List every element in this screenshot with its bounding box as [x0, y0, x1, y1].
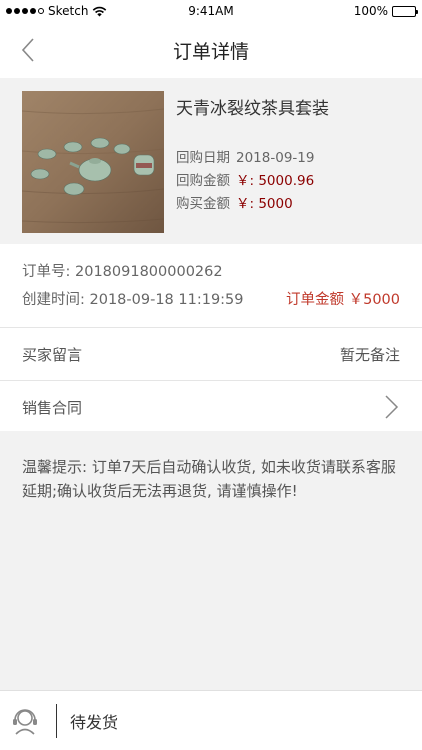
purchase-amount-row: 购买金额 ￥: 5000: [176, 193, 329, 216]
status-right: 100%: [353, 4, 418, 18]
status-left: Sketch: [6, 4, 107, 18]
buyback-date-row: 回购日期 2018-09-19: [176, 147, 329, 170]
purchase-amount-value: ￥: 5000: [236, 196, 293, 212]
chevron-right-icon[interactable]: [382, 394, 400, 420]
carrier-label: Sketch: [48, 4, 89, 18]
buyer-note-label: 买家留言: [22, 345, 83, 364]
page-title: 订单详情: [172, 40, 249, 63]
buyback-date-value: 2018-09-19: [236, 150, 315, 166]
order-info: 订单号: 2018091800000262 创建时间: 2018-09-18 1…: [0, 244, 422, 328]
notice-area: 温馨提示: 订单7天后自动确认收货, 如未收货请联系客服延期;确认收货后无法再退…: [0, 431, 422, 690]
buyback-amount-row: 回购金额 ￥: 5000.96: [176, 170, 329, 193]
status-bar: Sketch 9:41AM 100%: [0, 0, 422, 22]
created-time-value: 2018-09-18 11:19:59: [89, 292, 244, 308]
order-number-row: 订单号: 2018091800000262: [22, 258, 400, 286]
product-meta: 回购日期 2018-09-19 回购金额 ￥: 5000.96 购买金额 ￥: 500…: [176, 147, 329, 216]
battery-percent: 100%: [353, 4, 388, 18]
sales-contract-row[interactable]: 销售合同: [0, 381, 422, 434]
buyer-note-value: 暂无备注: [339, 345, 400, 364]
divider: [56, 703, 57, 738]
order-number-label: 订单号:: [22, 264, 75, 280]
product-image: [22, 91, 164, 233]
buyback-amount-label: 回购金额: [176, 173, 230, 189]
order-number-value: 2018091800000262: [75, 264, 223, 280]
customer-service-icon[interactable]: [10, 706, 40, 736]
product-info: 天青冰裂纹茶具套装 回购日期 2018-09-19 回购金额 ￥: 5000.96 …: [164, 91, 329, 230]
order-amount-value: ￥5000: [348, 292, 400, 308]
battery-icon: [392, 5, 418, 17]
buyback-date-label: 回购日期: [176, 150, 230, 166]
created-time-label: 创建时间:: [22, 292, 90, 308]
wifi-icon: [93, 6, 107, 16]
buyback-amount-value: ￥: 5000.96: [236, 173, 315, 189]
buyer-note-row: 买家留言 暂无备注: [0, 328, 422, 381]
notice-text: 温馨提示: 订单7天后自动确认收货, 如未收货请联系客服延期;确认收货后无法再退…: [22, 458, 396, 500]
order-status: 待发货: [70, 712, 119, 732]
order-amount-label: 订单金额: [285, 292, 344, 308]
order-amount: 订单金额 ￥5000: [286, 286, 400, 314]
order-created-row: 创建时间: 2018-09-18 11:19:59 订单金额 ￥5000: [22, 286, 400, 314]
product-card[interactable]: 天青冰裂纹茶具套装 回购日期 2018-09-19 回购金额 ￥: 5000.96 …: [0, 78, 422, 244]
nav-bar: 订单详情: [0, 22, 422, 78]
product-name: 天青冰裂纹茶具套装: [176, 99, 329, 119]
back-arrow-icon[interactable]: [14, 36, 42, 64]
sales-contract-label: 销售合同: [22, 398, 83, 417]
purchase-amount-label: 购买金额: [176, 196, 230, 212]
bottom-bar: 待发货: [0, 690, 422, 750]
signal-icon: [6, 8, 44, 14]
